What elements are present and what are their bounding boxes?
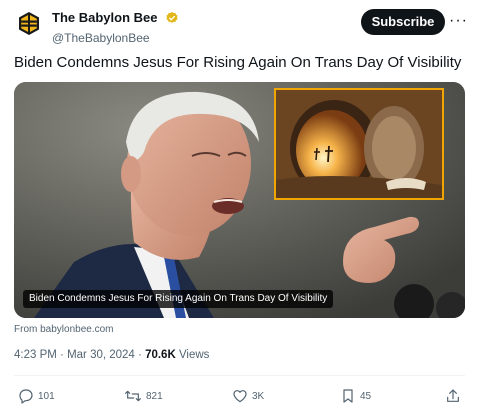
verified-badge-icon — [166, 11, 178, 23]
divider — [14, 375, 465, 376]
author-block: The Babylon Bee @TheBabylonBee — [52, 9, 179, 45]
like-count: 3K — [252, 391, 265, 402]
link-source[interactable]: From babylonbee.com — [14, 324, 114, 335]
empty-tomb-image — [276, 90, 442, 198]
media-caption: Biden Condemns Jesus For Rising Again On… — [23, 290, 334, 308]
repost-count: 821 — [146, 391, 163, 402]
heart-icon — [233, 390, 247, 403]
views-count[interactable]: 70.6K — [145, 349, 176, 361]
bookmark-count: 45 — [360, 391, 372, 402]
subscribe-button[interactable]: Subscribe — [361, 9, 445, 35]
bookmark-icon — [343, 389, 353, 403]
author-display-name[interactable]: The Babylon Bee — [52, 10, 157, 25]
meta-separator: · — [134, 349, 146, 361]
bee-logo-icon — [14, 9, 44, 39]
tweet-media-card[interactable]: Biden Condemns Jesus For Rising Again On… — [14, 82, 465, 318]
tomb-image-inset — [274, 88, 444, 200]
tweet-card: The Babylon Bee @TheBabylonBee Subscribe… — [0, 0, 478, 415]
reply-count: 101 — [38, 391, 55, 402]
tweet-text: Biden Condemns Jesus For Rising Again On… — [14, 54, 462, 71]
more-options-icon[interactable]: ··· — [449, 9, 467, 35]
tweet-meta: 4:23 PM · Mar 30, 2024 · 70.6K Views — [14, 349, 209, 361]
author-handle[interactable]: @TheBabylonBee — [52, 31, 179, 45]
action-bar: 101 821 3K 45 — [0, 387, 478, 407]
meta-separator: · — [56, 349, 68, 361]
avatar[interactable] — [14, 9, 44, 39]
reply-icon — [19, 389, 33, 404]
share-icon — [447, 389, 459, 402]
tweet-date[interactable]: Mar 30, 2024 — [67, 349, 135, 361]
repost-icon — [125, 390, 141, 402]
views-label: Views — [175, 349, 210, 361]
tweet-time[interactable]: 4:23 PM — [14, 349, 57, 361]
